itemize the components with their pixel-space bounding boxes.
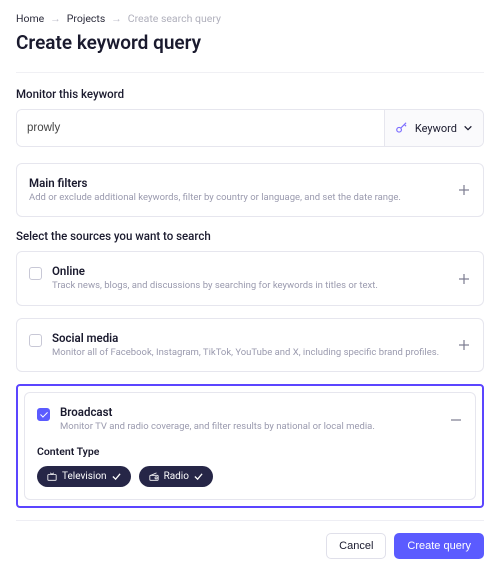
main-filters-title: Main filters — [29, 176, 471, 190]
chip-television-label: Television — [62, 471, 107, 482]
source-online-title: Online — [52, 264, 471, 278]
plus-icon — [458, 273, 470, 285]
check-icon — [194, 472, 203, 481]
breadcrumb-home[interactable]: Home — [16, 12, 44, 25]
keyword-type-label: Keyword — [415, 122, 457, 135]
cancel-button[interactable]: Cancel — [326, 533, 386, 559]
source-social-checkbox[interactable] — [29, 334, 42, 347]
main-filters-desc: Add or exclude additional keywords, filt… — [29, 192, 471, 204]
footer-actions: Cancel Create query — [16, 520, 484, 569]
source-online-checkbox[interactable] — [29, 267, 42, 280]
sources-label: Select the sources you want to search — [16, 229, 484, 243]
keyword-type-selector[interactable]: Keyword — [384, 110, 483, 146]
expand-main-filters[interactable] — [455, 181, 473, 199]
source-broadcast-desc: Monitor TV and radio coverage, and filte… — [60, 421, 463, 433]
source-broadcast-title: Broadcast — [60, 405, 463, 419]
plus-icon — [458, 339, 470, 351]
chevron-right-icon: → — [111, 12, 122, 25]
breadcrumb: Home → Projects → Create search query — [16, 12, 484, 25]
chevron-right-icon: → — [50, 12, 61, 25]
check-icon — [112, 472, 121, 481]
tv-icon — [47, 472, 57, 482]
expand-social[interactable] — [455, 336, 473, 354]
monitor-keyword-label: Monitor this keyword — [16, 87, 484, 101]
source-online-card[interactable]: Online Track news, blogs, and discussion… — [16, 251, 484, 305]
chip-radio[interactable]: Radio — [139, 466, 213, 487]
breadcrumb-projects[interactable]: Projects — [67, 12, 106, 25]
keyword-input-row: Keyword — [16, 109, 484, 147]
chevron-down-icon — [463, 123, 473, 133]
source-broadcast-card[interactable]: Broadcast Monitor TV and radio coverage,… — [24, 392, 476, 500]
breadcrumb-current: Create search query — [128, 12, 221, 25]
source-social-desc: Monitor all of Facebook, Instagram, TikT… — [52, 347, 471, 359]
collapse-broadcast[interactable] — [447, 411, 465, 429]
key-icon — [395, 121, 409, 135]
page-title: Create keyword query — [16, 31, 484, 54]
minus-icon — [450, 414, 462, 426]
source-online-desc: Track news, blogs, and discussions by se… — [52, 280, 471, 292]
chip-radio-label: Radio — [164, 471, 189, 482]
broadcast-highlight: Broadcast Monitor TV and radio coverage,… — [16, 384, 484, 508]
plus-icon — [458, 184, 470, 196]
keyword-input[interactable] — [17, 110, 384, 146]
divider — [16, 72, 484, 73]
expand-online[interactable] — [455, 270, 473, 288]
chip-television[interactable]: Television — [37, 466, 131, 487]
radio-icon — [149, 472, 159, 482]
source-social-card[interactable]: Social media Monitor all of Facebook, In… — [16, 318, 484, 372]
source-social-title: Social media — [52, 331, 471, 345]
content-type-chips: Television Radio — [37, 466, 463, 487]
create-query-button[interactable]: Create query — [394, 533, 484, 559]
content-type-label: Content Type — [37, 445, 463, 458]
main-filters-card[interactable]: Main filters Add or exclude additional k… — [16, 163, 484, 217]
source-broadcast-checkbox[interactable] — [37, 408, 50, 421]
